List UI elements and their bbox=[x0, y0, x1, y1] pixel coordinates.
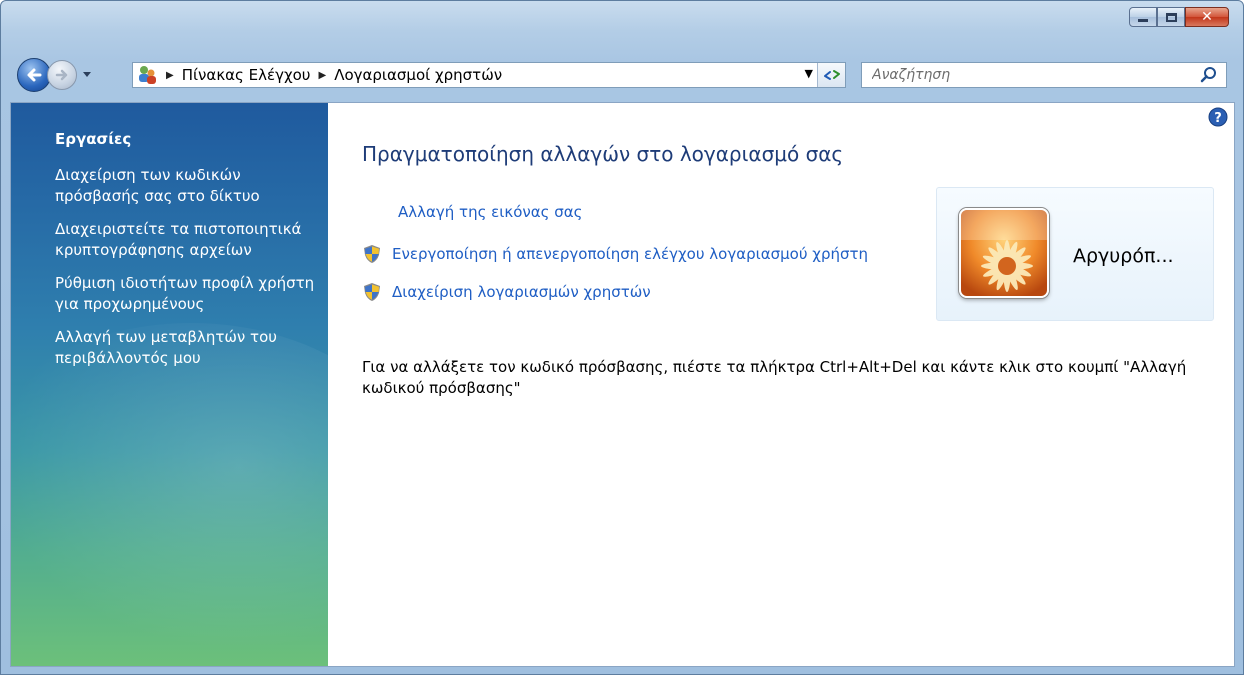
close-button[interactable]: ✕ bbox=[1185, 7, 1229, 27]
page-title: Πραγματοποίηση αλλαγών στο λογαριασμό σα… bbox=[362, 142, 844, 166]
close-icon: ✕ bbox=[1201, 9, 1213, 25]
control-panel-window: ✕ ▶ Πίνακας Ελέγχου ▶ Λογαριασμοί χρηστώ… bbox=[0, 0, 1244, 675]
user-account-card: Αργυρόπ... bbox=[936, 187, 1214, 321]
toggle-uac-link[interactable]: Ενεργοποίηση ή απενεργοποίηση ελέγχου λο… bbox=[392, 245, 868, 263]
breadcrumb-separator-icon: ▶ bbox=[166, 69, 174, 81]
forward-button[interactable] bbox=[47, 60, 77, 90]
task-toggle-uac: Ενεργοποίηση ή απενεργοποίηση ελέγχου λο… bbox=[362, 244, 868, 264]
task-change-picture: Αλλαγή της εικόνας σας bbox=[398, 203, 582, 221]
search-box bbox=[861, 62, 1227, 88]
navigation-buttons bbox=[17, 57, 93, 93]
tasks-sidebar: Εργασίες Διαχείριση των κωδικών πρόσβασή… bbox=[11, 103, 328, 666]
breadcrumb-separator-icon: ▶ bbox=[318, 69, 327, 81]
sidebar-item-network-passwords[interactable]: Διαχείριση των κωδικών πρόσβασής σας στο… bbox=[55, 165, 317, 207]
refresh-button[interactable] bbox=[817, 63, 845, 87]
sidebar-item-advanced-profile[interactable]: Ρύθμιση ιδιοτήτων προφίλ χρήστη για προχ… bbox=[55, 273, 317, 315]
search-input[interactable] bbox=[872, 64, 1192, 86]
flower-picture-icon bbox=[961, 210, 1047, 296]
breadcrumb-user-accounts[interactable]: Λογαριασμοί χρηστών bbox=[334, 66, 502, 84]
search-icon[interactable] bbox=[1200, 66, 1218, 88]
minimize-button[interactable] bbox=[1129, 7, 1157, 27]
change-picture-link[interactable]: Αλλαγή της εικόνας σας bbox=[398, 203, 582, 221]
svg-text:?: ? bbox=[1214, 111, 1222, 126]
sidebar-item-encryption-certificates[interactable]: Διαχειριστείτε τα πιστοποιητικά κρυπτογρ… bbox=[55, 219, 317, 261]
address-dropdown-icon[interactable]: ▼ bbox=[805, 67, 813, 80]
address-bar[interactable]: ▶ Πίνακας Ελέγχου ▶ Λογαριασμοί χρηστών … bbox=[132, 62, 846, 88]
chevron-down-icon bbox=[83, 72, 91, 77]
sidebar-item-environment-variables[interactable]: Αλλαγή των μεταβλητών του περιβάλλοντός … bbox=[55, 327, 317, 369]
refresh-icon bbox=[823, 70, 840, 80]
user-name: Αργυρόπ... bbox=[1073, 245, 1174, 267]
back-button[interactable] bbox=[17, 58, 51, 92]
sidebar-title: Εργασίες bbox=[55, 130, 132, 148]
recent-pages-button[interactable] bbox=[81, 69, 93, 81]
back-arrow-icon bbox=[27, 68, 42, 82]
window-caption-buttons: ✕ bbox=[1129, 7, 1229, 27]
password-change-note: Για να αλλάξετε τον κωδικό πρόσβασης, πι… bbox=[362, 358, 1187, 397]
uac-shield-icon bbox=[362, 244, 382, 264]
task-manage-accounts: Διαχείριση λογαριασμών χρηστών bbox=[362, 282, 651, 302]
minimize-icon bbox=[1138, 18, 1148, 22]
content-area: Εργασίες Διαχείριση των κωδικών πρόσβασή… bbox=[10, 102, 1235, 667]
control-panel-users-icon bbox=[136, 64, 158, 86]
breadcrumb-control-panel[interactable]: Πίνακας Ελέγχου bbox=[182, 66, 311, 84]
help-icon[interactable]: ? bbox=[1208, 107, 1228, 131]
forward-arrow-icon bbox=[55, 69, 68, 81]
maximize-button[interactable] bbox=[1157, 7, 1185, 27]
sidebar-task-list: Διαχείριση των κωδικών πρόσβασής σας στο… bbox=[55, 165, 317, 381]
avatar[interactable] bbox=[959, 208, 1049, 298]
manage-accounts-link[interactable]: Διαχείριση λογαριασμών χρηστών bbox=[392, 283, 651, 301]
maximize-icon bbox=[1165, 12, 1177, 22]
uac-shield-icon bbox=[362, 282, 382, 302]
